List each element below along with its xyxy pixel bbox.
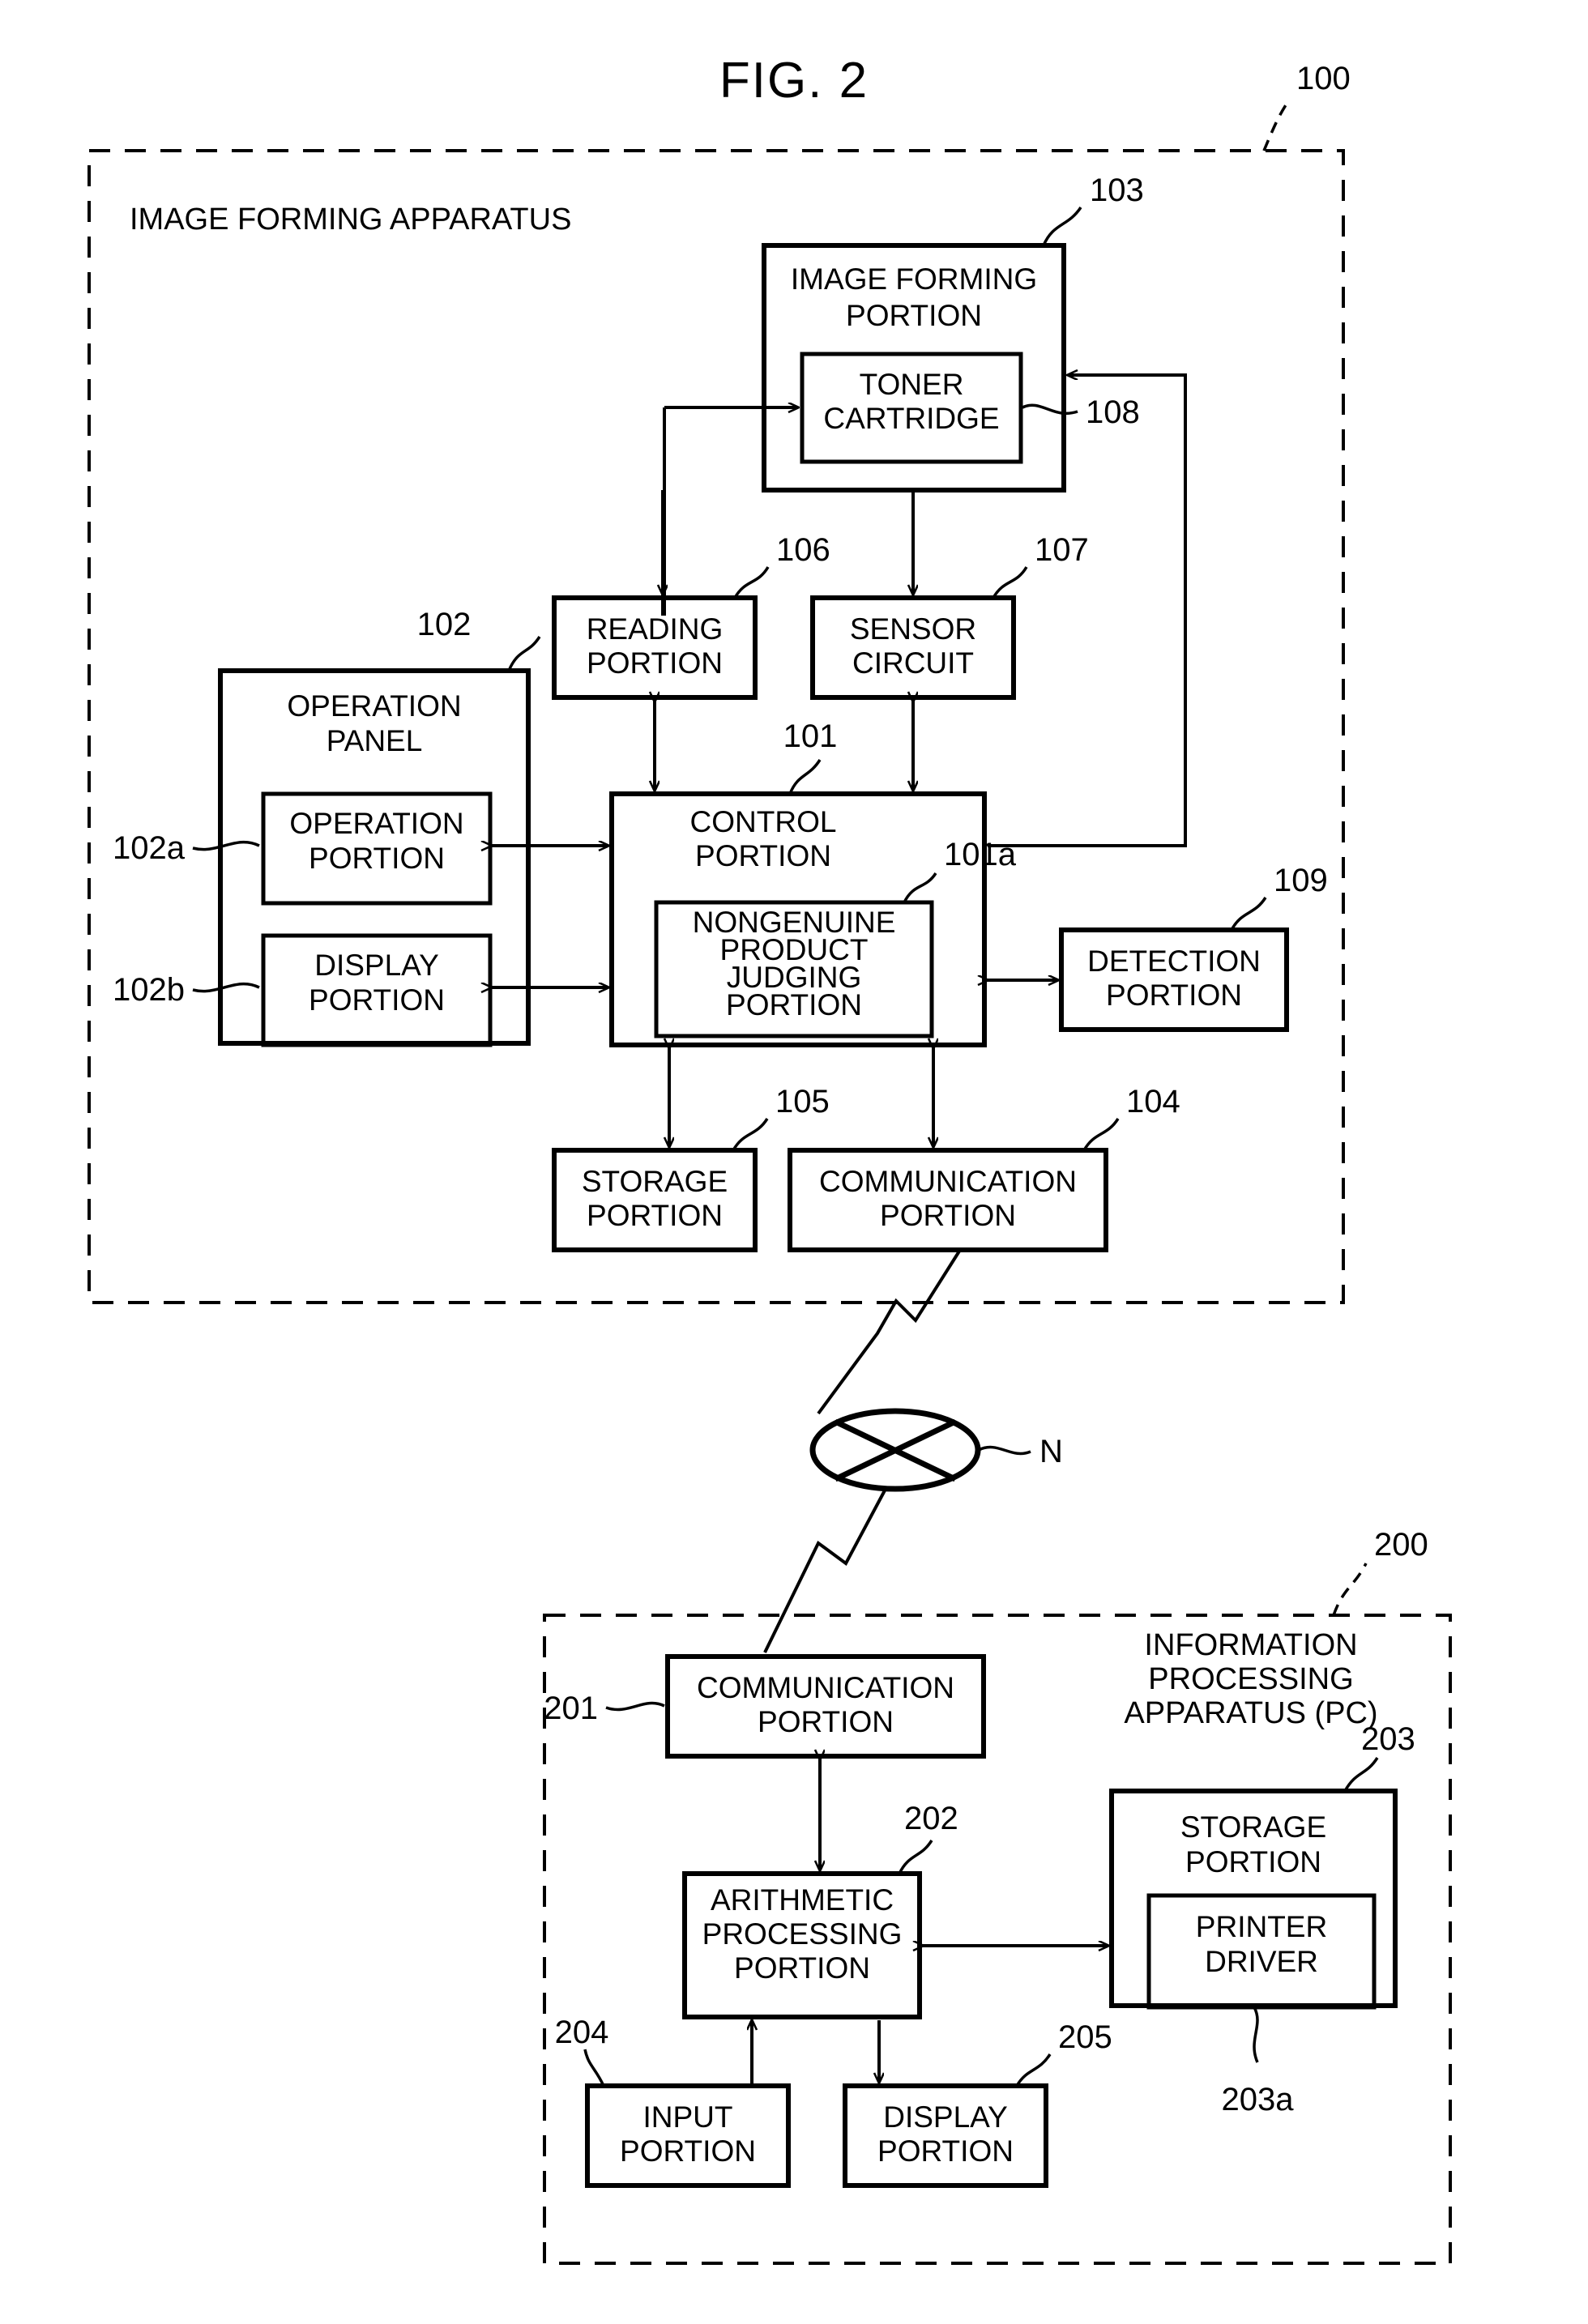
ref-203a: 203a — [1222, 2082, 1295, 2117]
leader-102 — [507, 636, 541, 672]
printer-driver-label-1: PRINTER — [1196, 1910, 1327, 1943]
display-portion-205-label-2: PORTION — [877, 2134, 1014, 2168]
leader-202 — [898, 1840, 933, 1874]
image-forming-apparatus-label: IMAGE FORMING APPARATUS — [130, 203, 571, 237]
operation-panel-label-1: OPERATION — [287, 689, 461, 723]
leader-203a — [1253, 2006, 1259, 2063]
storage-portion-label-1: STORAGE — [582, 1165, 728, 1198]
toner-cartridge-label-1: TONER — [860, 368, 964, 401]
leader-104 — [1082, 1118, 1120, 1151]
ref-102a: 102a — [113, 830, 186, 866]
pc-label-2: PROCESSING — [1148, 1662, 1353, 1696]
image-forming-portion-label-2: PORTION — [846, 299, 982, 332]
network-link-lower — [763, 1490, 886, 1653]
detection-portion-label-1: DETECTION — [1087, 945, 1261, 978]
display-portion-label-2: PORTION — [309, 983, 445, 1017]
ref-105: 105 — [775, 1084, 830, 1119]
arithmetic-label-3: PORTION — [734, 1951, 870, 1985]
leader-107 — [992, 566, 1028, 599]
arithmetic-label-1: ARITHMETIC — [711, 1883, 894, 1917]
ref-200: 200 — [1374, 1527, 1428, 1563]
ref-109: 109 — [1274, 863, 1328, 898]
leader-106 — [733, 566, 770, 599]
leader-200 — [1332, 1563, 1368, 1616]
ref-102: 102 — [417, 607, 472, 642]
communication-portion-label-2: PORTION — [880, 1199, 1016, 1232]
sensor-circuit-label-1: SENSOR — [850, 612, 976, 646]
reading-portion-label-2: PORTION — [587, 646, 723, 680]
leader-105 — [732, 1118, 769, 1151]
ref-100: 100 — [1296, 61, 1351, 96]
communication-portion-201-label-1: COMMUNICATION — [697, 1671, 954, 1704]
nongenuine-label-4: PORTION — [726, 988, 862, 1021]
leader-101 — [788, 759, 822, 795]
image-forming-apparatus-boundary — [88, 149, 1345, 1304]
arithmetic-label-2: PROCESSING — [702, 1917, 903, 1951]
input-portion-label-2: PORTION — [620, 2134, 756, 2168]
ref-201: 201 — [544, 1691, 598, 1726]
leader-204 — [583, 2049, 605, 2087]
leader-101a — [903, 872, 937, 903]
printer-driver-label-2: DRIVER — [1205, 1945, 1318, 1978]
toner-cartridge-label-2: CARTRIDGE — [823, 402, 999, 435]
control-portion-label-1: CONTROL — [690, 805, 837, 838]
operation-portion-label-2: PORTION — [309, 842, 445, 875]
image-forming-portion-label-1: IMAGE FORMING — [791, 262, 1037, 296]
figure-title: FIG. 2 — [719, 53, 869, 109]
ref-204: 204 — [555, 2015, 609, 2050]
communication-portion-label-1: COMMUNICATION — [819, 1165, 1077, 1198]
ref-205: 205 — [1058, 2019, 1112, 2055]
leader-N — [978, 1445, 1031, 1456]
storage-portion-203-label-2: PORTION — [1185, 1845, 1321, 1878]
display-portion-label-1: DISPLAY — [314, 949, 439, 982]
ref-103: 103 — [1090, 173, 1144, 208]
leader-102a — [192, 840, 260, 851]
ref-108: 108 — [1086, 394, 1140, 430]
sensor-circuit-label-2: CIRCUIT — [852, 646, 974, 680]
input-portion-label-1: INPUT — [643, 2100, 733, 2134]
leader-109 — [1230, 897, 1267, 931]
leader-203 — [1343, 1757, 1379, 1792]
communication-portion-201-label-2: PORTION — [758, 1705, 894, 1738]
network-label: N — [1039, 1434, 1063, 1469]
leader-201 — [605, 1701, 665, 1712]
reading-portion-label-1: READING — [587, 612, 724, 646]
operation-panel-label-2: PANEL — [327, 724, 423, 757]
figure-2-block-diagram: FIG. 2 100 IMAGE FORMING APPARATUS 103 I… — [88, 53, 1452, 2265]
leader-108 — [1022, 403, 1078, 416]
feedback-control-to-image-forming — [988, 375, 1187, 847]
ref-106: 106 — [776, 532, 830, 568]
storage-portion-203-label-1: STORAGE — [1180, 1810, 1326, 1844]
ref-203: 203 — [1361, 1721, 1415, 1757]
ref-107: 107 — [1035, 532, 1089, 568]
display-portion-205-label-1: DISPLAY — [883, 2100, 1008, 2134]
detection-portion-label-2: PORTION — [1106, 979, 1242, 1012]
ref-104: 104 — [1126, 1084, 1180, 1119]
operation-portion-label-1: OPERATION — [289, 807, 463, 840]
network-link-upper — [817, 1248, 962, 1415]
leader-102b — [192, 982, 260, 993]
pc-label-1: INFORMATION — [1144, 1628, 1357, 1662]
control-portion-label-2: PORTION — [695, 839, 831, 872]
ref-101: 101 — [783, 719, 838, 754]
leader-103 — [1042, 207, 1082, 246]
storage-portion-label-2: PORTION — [587, 1199, 723, 1232]
ref-202: 202 — [904, 1801, 958, 1836]
ref-101a: 101a — [944, 837, 1017, 872]
leader-205 — [1015, 2053, 1052, 2087]
pc-label-3: APPARATUS (PC) — [1124, 1696, 1377, 1730]
leader-100 — [1262, 98, 1291, 151]
ref-102b: 102b — [113, 972, 185, 1008]
